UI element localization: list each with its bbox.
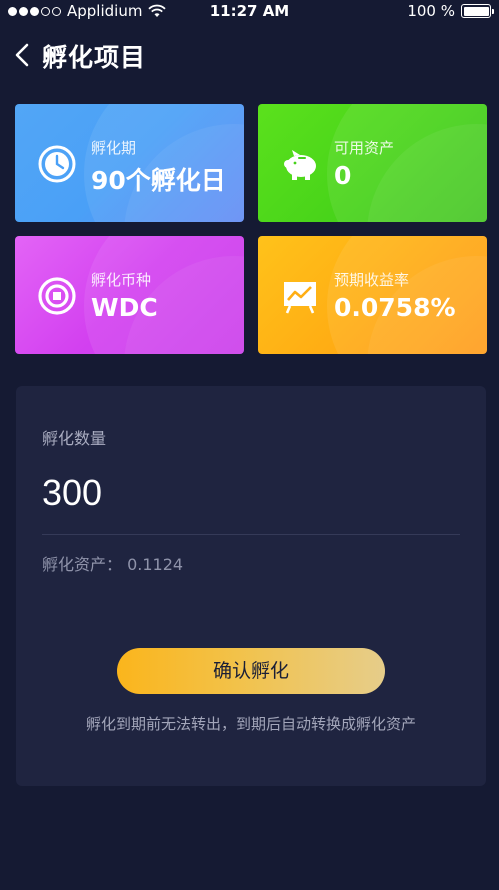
confirm-incubation-button[interactable]: 确认孵化 xyxy=(117,648,385,694)
piggy-bank-icon xyxy=(284,150,316,180)
coin-icon xyxy=(38,277,76,315)
card-incubation-coin: 孵化币种 WDC xyxy=(15,236,244,354)
card-value: 90个孵化日 xyxy=(91,166,226,195)
card-label: 孵化期 xyxy=(91,139,137,157)
clock-icon xyxy=(38,145,76,183)
card-label: 可用资产 xyxy=(334,139,395,157)
card-label: 孵化币种 xyxy=(91,271,152,289)
quantity-input[interactable]: 300 xyxy=(42,472,102,514)
battery-icon xyxy=(461,4,494,18)
quantity-label: 孵化数量 xyxy=(42,429,107,448)
chevron-left-icon xyxy=(15,43,29,67)
card-incubation-period: 孵化期 90个孵化日 xyxy=(15,104,244,222)
page-title: 孵化项目 xyxy=(42,43,147,72)
chart-board-icon xyxy=(284,282,316,314)
card-value: 0 xyxy=(334,161,352,190)
card-label: 预期收益率 xyxy=(334,271,410,289)
card-value: WDC xyxy=(91,293,158,322)
incubation-note: 孵化到期前无法转出，到期后自动转换成孵化资产 xyxy=(85,715,416,733)
battery-percent: 100 % xyxy=(407,2,455,20)
status-bar: Applidium 11:27 AM 100 % xyxy=(0,0,499,22)
nav-bar: 孵化项目 xyxy=(0,30,499,80)
divider xyxy=(42,534,460,535)
card-expected-yield: 预期收益率 0.0758% xyxy=(258,236,487,354)
info-cards: 孵化期 90个孵化日 可用资产 0 孵化币种 WDC 预期收益率 0.0758% xyxy=(15,104,487,355)
back-button[interactable] xyxy=(10,40,36,70)
card-value: 0.0758% xyxy=(334,293,456,322)
incubation-asset-text: 孵化资产： 0.1124 xyxy=(42,555,184,574)
incubation-panel: 孵化数量 300 孵化资产： 0.1124 确认孵化 孵化到期前无法转出，到期后… xyxy=(16,386,486,786)
status-right: 100 % xyxy=(407,2,494,20)
card-available-assets: 可用资产 0 xyxy=(258,104,487,222)
